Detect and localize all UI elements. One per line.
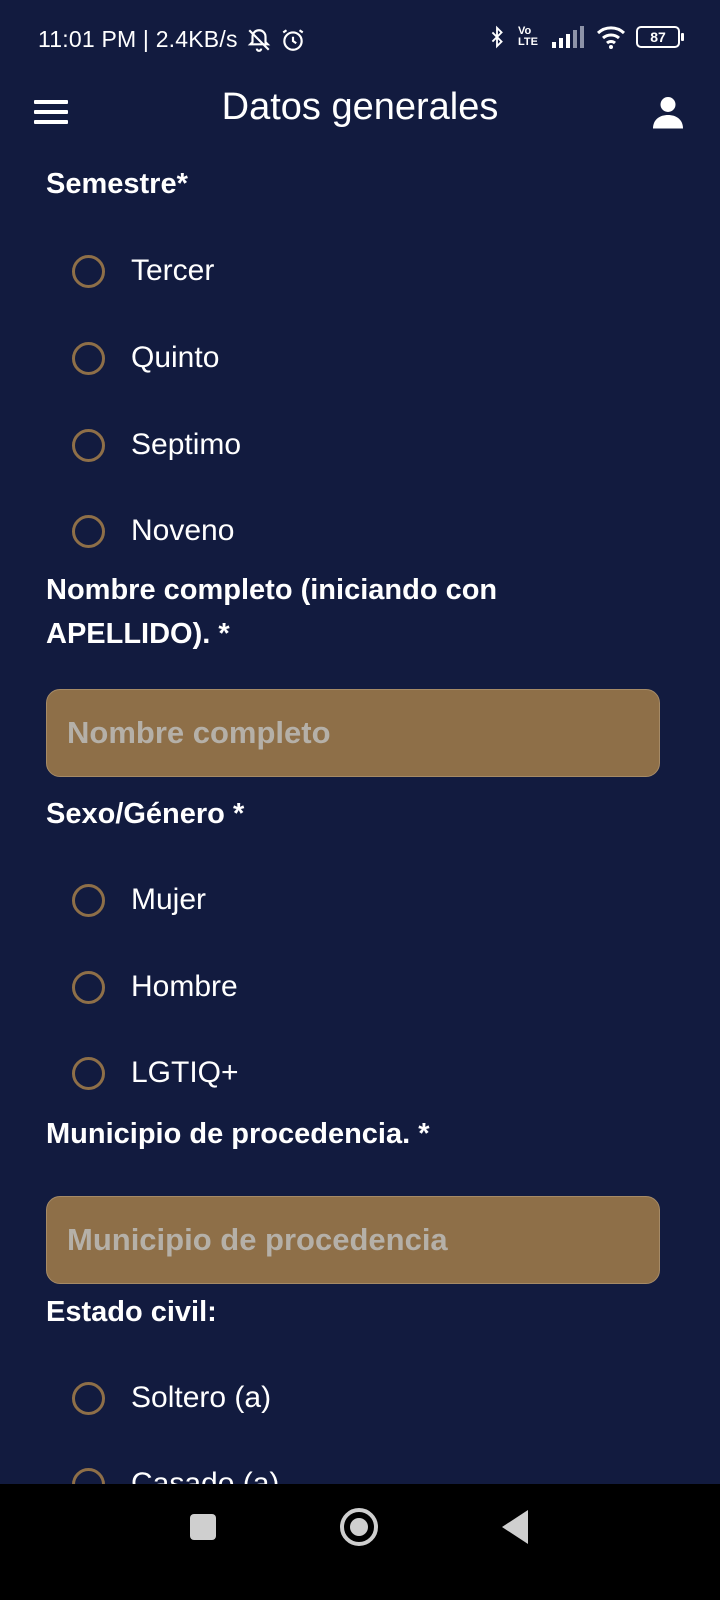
radio-button[interactable] <box>72 1381 105 1415</box>
user-icon[interactable] <box>650 94 686 130</box>
radio-label: Septimo <box>131 428 242 461</box>
radio-button[interactable] <box>72 883 105 917</box>
page-title: Datos generales <box>221 86 499 128</box>
radio-label: Quinto <box>131 341 220 374</box>
sexo-label: Sexo/Género * <box>46 798 245 830</box>
radio-option-septimo[interactable]: Septimo <box>72 415 241 475</box>
semestre-label: Semestre* <box>46 168 188 200</box>
status-left: 11:01 PM | 2.4KB/s <box>38 26 306 53</box>
radio-label: Mujer <box>131 883 207 916</box>
nombre-input[interactable] <box>65 714 641 752</box>
radio-button[interactable] <box>72 341 105 375</box>
radio-button[interactable] <box>72 970 105 1004</box>
status-right: Vo LTE 87 <box>486 24 684 50</box>
network-type-label: Vo LTE <box>518 25 538 48</box>
radio-button[interactable] <box>72 1056 105 1090</box>
radio-button[interactable] <box>72 254 105 288</box>
nombre-label: Nombre completo (iniciando con APELLIDO)… <box>46 574 498 650</box>
radio-option-noveno[interactable]: Noveno <box>72 501 234 561</box>
estado-civil-label: Estado civil: <box>46 1296 217 1328</box>
home-button[interactable] <box>340 1508 378 1546</box>
battery-icon: 87 <box>636 26 684 48</box>
system-nav-bar <box>0 1484 720 1600</box>
radio-option-lgtiq[interactable]: LGTIQ+ <box>72 1043 239 1103</box>
municipio-input[interactable] <box>65 1221 641 1259</box>
wifi-icon <box>596 26 626 49</box>
back-button[interactable] <box>502 1510 528 1544</box>
bell-off-icon <box>247 28 270 52</box>
radio-label: Hombre <box>131 970 238 1003</box>
alarm-icon <box>282 28 303 51</box>
battery-level: 87 <box>650 29 666 45</box>
radio-label: LGTIQ+ <box>131 1056 239 1089</box>
municipio-field[interactable] <box>46 1196 660 1284</box>
status-bar: 11:01 PM | 2.4KB/s Vo LTE 87 <box>0 0 720 80</box>
radio-button[interactable] <box>72 428 105 462</box>
radio-label: Soltero (a) <box>131 1381 272 1414</box>
radio-button[interactable] <box>72 514 105 548</box>
recents-button[interactable] <box>190 1514 216 1540</box>
signal-icon <box>552 26 584 48</box>
nombre-field[interactable] <box>46 689 660 777</box>
status-time: 11:01 PM | 2.4KB/s <box>38 26 238 52</box>
app-bar: Datos generales <box>0 80 720 144</box>
radio-label: Noveno <box>131 514 235 547</box>
radio-label: Tercer <box>131 254 215 287</box>
municipio-label: Municipio de procedencia. * <box>46 1118 430 1150</box>
radio-option-quinto[interactable]: Quinto <box>72 328 219 388</box>
bluetooth-icon <box>491 25 503 49</box>
radio-option-tercer[interactable]: Tercer <box>72 241 214 301</box>
radio-option-hombre[interactable]: Hombre <box>72 957 238 1017</box>
radio-option-soltero[interactable]: Soltero (a) <box>72 1368 271 1428</box>
radio-option-mujer[interactable]: Mujer <box>72 870 206 930</box>
